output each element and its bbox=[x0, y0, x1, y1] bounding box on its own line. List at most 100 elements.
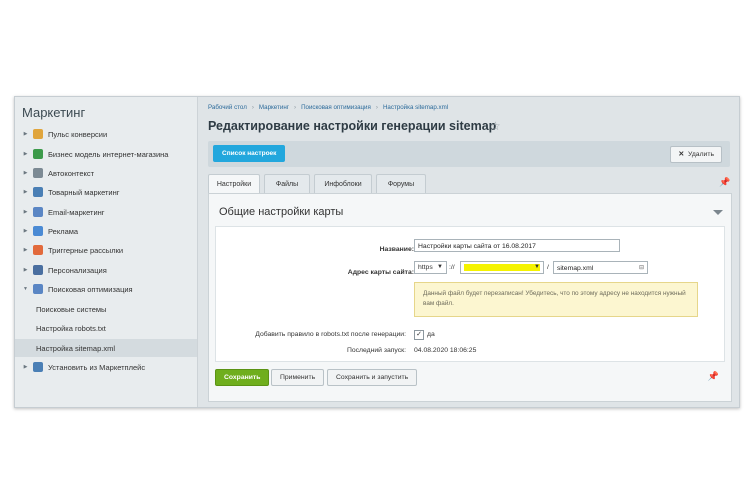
settings-list-button[interactable]: Список настроек bbox=[213, 145, 286, 162]
sidebar-item-label: Настройка sitemap.xml bbox=[36, 343, 116, 353]
sidebar-item-label: Триггерные рассылки bbox=[48, 245, 124, 255]
file-browse-icon[interactable]: ⊟ bbox=[639, 262, 644, 275]
toolbar: Список настроек ✕ Удалить bbox=[208, 141, 730, 167]
expand-arrow-icon[interactable]: ▶ bbox=[21, 170, 30, 176]
filename-value: sitemap.xml bbox=[557, 265, 594, 272]
save-and-run-button[interactable]: Сохранить и запустить bbox=[327, 369, 418, 386]
sidebar-item-label: Поисковые системы bbox=[36, 304, 107, 314]
main-content: Рабочий стол › Маркетинг › Поисковая оптимиз… bbox=[208, 97, 739, 407]
expand-arrow-icon[interactable]: ▶ bbox=[21, 247, 30, 253]
sidebar-item-label: Поисковая оптимизация bbox=[48, 284, 133, 294]
sidebar-item[interactable]: ▶ Бизнес модель интернет-магазина bbox=[15, 145, 197, 163]
funnel-icon bbox=[33, 129, 43, 139]
pin-icon[interactable]: 📌 bbox=[719, 177, 730, 188]
sidebar-item[interactable]: Настройка robots.txt bbox=[15, 319, 197, 337]
megaphone-icon bbox=[33, 226, 43, 236]
breadcrumb: Рабочий стол › Маркетинг › Поисковая оптимиз… bbox=[208, 104, 448, 111]
breadcrumb-separator: › bbox=[251, 104, 254, 111]
settings-panel: Общие настройки карты Название: Настройк… bbox=[208, 193, 732, 402]
expand-arrow-icon[interactable]: ▶ bbox=[21, 151, 30, 157]
sidebar-item[interactable]: Настройка sitemap.xml bbox=[15, 339, 197, 357]
sidebar-item-label: Установить из Маркетплейс bbox=[48, 362, 146, 372]
form-footer: Сохранить Применить Сохранить и запустит… bbox=[215, 365, 723, 389]
collapse-icon[interactable] bbox=[713, 210, 723, 215]
sidebar-item[interactable]: ▶ Пульс конверсии bbox=[15, 125, 197, 143]
save-button[interactable]: Сохранить bbox=[215, 369, 270, 386]
tab-settings[interactable]: Настройки bbox=[208, 174, 260, 195]
breadcrumb-item[interactable]: Маркетинг bbox=[259, 104, 289, 111]
breadcrumb-item[interactable]: Рабочий стол bbox=[208, 104, 247, 111]
sidebar-item[interactable]: ▶ Персонализация bbox=[15, 261, 197, 279]
sidebar-item[interactable]: ▶ Email-маркетинг bbox=[15, 203, 197, 221]
expand-arrow-icon[interactable]: ▶ bbox=[21, 189, 30, 195]
app-window: Маркетинг ▶ Пульс конверсии ▶ Бизнес модель… bbox=[14, 96, 740, 408]
breadcrumb-item[interactable]: Поисковая оптимизация bbox=[301, 104, 371, 111]
page-title: Редактирование настройки генерации sitem… bbox=[208, 119, 497, 133]
expand-arrow-icon[interactable]: ▶ bbox=[21, 131, 30, 137]
sidebar-item-label: Автоконтекст bbox=[48, 168, 95, 178]
tab-forums[interactable]: Форумы bbox=[376, 174, 426, 194]
expand-arrow-icon[interactable]: ▶ bbox=[21, 228, 30, 234]
sidebar-item[interactable]: ▼ Поисковая оптимизация bbox=[15, 280, 197, 298]
chevron-down-icon: ▼ bbox=[437, 264, 443, 270]
apply-button[interactable]: Применить bbox=[271, 369, 325, 386]
protocol-separator: :// bbox=[449, 264, 455, 271]
breadcrumb-separator: › bbox=[375, 104, 378, 111]
name-input[interactable]: Настройки карты сайта от 16.08.2017 bbox=[414, 239, 620, 252]
delete-button-label: Удалить bbox=[688, 151, 714, 158]
settings-form: Название: Настройки карты сайта от 16.08… bbox=[215, 226, 725, 362]
pin-icon[interactable]: 📌 bbox=[708, 371, 719, 382]
domain-select[interactable]: ▼ bbox=[460, 261, 544, 274]
path-separator: / bbox=[547, 264, 549, 271]
sidebar-item-label: Персонализация bbox=[48, 265, 107, 275]
seo-icon bbox=[33, 284, 43, 294]
filename-input[interactable]: sitemap.xml ⊟ bbox=[553, 261, 648, 274]
warning-note: Данный файл будет перезаписан! Убедитесь… bbox=[414, 282, 698, 317]
sidebar-item[interactable]: ▶ Триггерные рассылки bbox=[15, 241, 197, 259]
sidebar-item[interactable]: Поисковые системы bbox=[15, 300, 197, 318]
business-model-icon bbox=[33, 149, 43, 159]
percent-icon bbox=[33, 187, 43, 197]
robots-value: да bbox=[427, 331, 435, 338]
trigger-icon bbox=[33, 245, 43, 255]
sidebar-item-label: Товарный маркетинг bbox=[48, 187, 120, 197]
redacted-domain bbox=[464, 264, 540, 271]
chevron-down-icon: ▼ bbox=[534, 264, 540, 270]
expanded-arrow-icon[interactable]: ▼ bbox=[21, 286, 30, 292]
last-run-label: Последний запуск: bbox=[346, 347, 406, 354]
delete-button[interactable]: ✕ Удалить bbox=[670, 146, 722, 163]
name-label: Название: bbox=[379, 246, 414, 253]
tab-iblocks[interactable]: Инфоблоки bbox=[314, 174, 372, 194]
protocol-value: https bbox=[418, 264, 433, 271]
expand-arrow-icon[interactable]: ▶ bbox=[21, 267, 30, 273]
sidebar-item[interactable]: ▶ Автоконтекст bbox=[15, 164, 197, 182]
breadcrumb-item[interactable]: Настройка sitemap.xml bbox=[383, 104, 448, 111]
robots-label: Добавить правило в robots.txt после гене… bbox=[255, 331, 406, 338]
robots-checkbox[interactable]: ✓ bbox=[414, 330, 424, 340]
sidebar-item[interactable]: ▶ Установить из Маркетплейс bbox=[15, 358, 197, 376]
star-icon[interactable]: ☆ bbox=[490, 119, 501, 133]
expand-arrow-icon[interactable]: ▶ bbox=[21, 364, 30, 370]
tab-files[interactable]: Файлы bbox=[264, 174, 310, 194]
sidebar-item-label: Email-маркетинг bbox=[48, 207, 105, 217]
last-run-value: 04.08.2020 18:06:25 bbox=[414, 347, 477, 354]
protocol-select[interactable]: https ▼ bbox=[414, 261, 447, 274]
close-icon: ✕ bbox=[678, 151, 685, 158]
sidebar: Маркетинг ▶ Пульс конверсии ▶ Бизнес модель… bbox=[15, 97, 198, 407]
expand-arrow-icon[interactable]: ▶ bbox=[21, 209, 30, 215]
sidebar-item[interactable]: ▶ Реклама bbox=[15, 222, 197, 240]
sidebar-item[interactable]: ▶ Товарный маркетинг bbox=[15, 183, 197, 201]
email-icon bbox=[33, 207, 43, 217]
sidebar-item-label: Бизнес модель интернет-магазина bbox=[48, 149, 169, 159]
section-header[interactable]: Общие настройки карты bbox=[215, 202, 723, 226]
marketplace-icon bbox=[33, 362, 43, 372]
section-title: Общие настройки карты bbox=[219, 206, 344, 218]
chart-icon bbox=[33, 168, 43, 178]
sidebar-title: Маркетинг bbox=[22, 105, 86, 120]
breadcrumb-separator: › bbox=[294, 104, 297, 111]
person-icon bbox=[33, 265, 43, 275]
sidebar-item-label: Настройка robots.txt bbox=[36, 323, 106, 333]
sidebar-item-label: Реклама bbox=[48, 226, 79, 236]
sidebar-item-label: Пульс конверсии bbox=[48, 129, 108, 139]
address-label: Адрес карты сайта: bbox=[347, 269, 414, 276]
